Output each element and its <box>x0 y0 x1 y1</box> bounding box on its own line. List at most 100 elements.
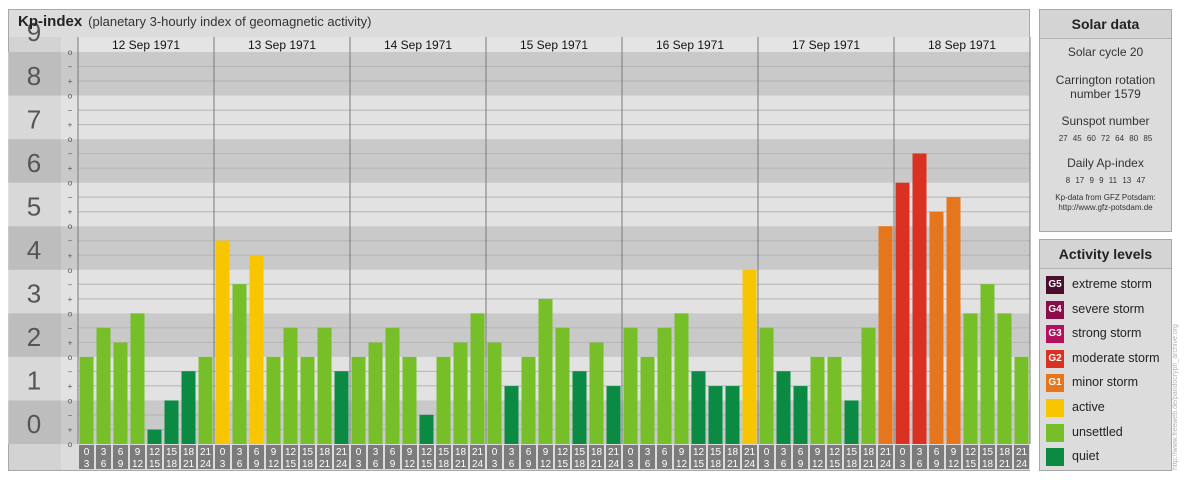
interval-end-label: 6 <box>101 459 107 470</box>
level-swatch <box>1046 448 1064 467</box>
y-minor-mark: + <box>68 338 73 347</box>
interval-end-label: 9 <box>526 459 532 470</box>
kp-bar <box>130 313 145 444</box>
interval-end-label: 9 <box>118 459 124 470</box>
interval-start-label: 12 <box>421 447 433 458</box>
kp-bar <box>368 342 383 444</box>
kp-bar <box>266 356 281 444</box>
interval-start-label: 0 <box>900 447 906 458</box>
kp-bar <box>147 429 162 444</box>
interval-end-label: 21 <box>591 459 603 470</box>
level-label: moderate storm <box>1072 350 1160 365</box>
credit-link[interactable]: http://www.gfz-potsdam.de <box>1040 203 1171 213</box>
interval-start-label: 21 <box>744 447 756 458</box>
source-watermark: http://www.freeweb.de/pandocryph_archive… <box>1172 324 1179 470</box>
level-swatch: G2 <box>1046 349 1064 368</box>
kp-bar <box>113 342 128 444</box>
interval-end-label: 6 <box>645 459 651 470</box>
interval-start-label: 0 <box>84 447 90 458</box>
interval-end-label: 12 <box>404 459 416 470</box>
interval-start-label: 21 <box>336 447 348 458</box>
interval-start-label: 12 <box>965 447 977 458</box>
interval-end-label: 18 <box>302 459 314 470</box>
y-minor-mark: + <box>68 208 73 217</box>
y-minor-mark: − <box>68 193 73 202</box>
interval-end-label: 18 <box>710 459 722 470</box>
kp-bar <box>215 240 230 444</box>
level-item: unsettled <box>1040 421 1171 446</box>
kp-bar <box>657 327 672 444</box>
interval-start-label: 15 <box>302 447 314 458</box>
sunspot-values: 27 45 60 72 64 80 85 <box>1058 134 1153 143</box>
kp-bar <box>470 313 485 444</box>
y-minor-mark: o <box>68 353 73 362</box>
kp-bar <box>181 371 196 444</box>
interval-end-label: 24 <box>200 459 212 470</box>
interval-end-label: 24 <box>1016 459 1028 470</box>
level-label: unsettled <box>1072 424 1123 439</box>
kp-bar <box>538 298 553 444</box>
level-label: extreme storm <box>1072 277 1152 291</box>
interval-end-label: 6 <box>509 459 515 470</box>
interval-end-label: 3 <box>764 459 770 470</box>
day-label: 15 Sep 1971 <box>520 38 588 52</box>
y-minor-mark: + <box>68 382 73 391</box>
interval-end-label: 15 <box>829 459 841 470</box>
interval-start-label: 15 <box>166 447 178 458</box>
activity-levels-panel: Activity levels G5 extreme storm G4 severe … <box>1039 239 1172 471</box>
chart-title: Kp-index (planetary 3-hourly index of geo… <box>8 9 1030 35</box>
kp-band <box>8 226 1030 270</box>
interval-start-label: 3 <box>781 447 787 458</box>
kp-bar <box>317 327 332 444</box>
interval-end-label: 12 <box>540 459 552 470</box>
interval-end-label: 24 <box>472 459 484 470</box>
interval-start-label: 0 <box>628 447 634 458</box>
interval-end-label: 15 <box>693 459 705 470</box>
interval-end-label: 12 <box>948 459 960 470</box>
y-minor-mark: − <box>68 367 73 376</box>
kp-bar <box>1014 356 1029 444</box>
interval-start-label: 0 <box>356 447 362 458</box>
level-item: quiet <box>1040 445 1171 470</box>
y-minor-mark: o <box>68 48 73 57</box>
interval-start-label: 18 <box>455 447 467 458</box>
level-label: active <box>1072 399 1105 414</box>
kp-bar <box>351 356 366 444</box>
level-item: G1 minor storm <box>1040 371 1171 396</box>
interval-end-label: 3 <box>84 459 90 470</box>
y-minor-mark: − <box>68 237 73 246</box>
kp-bar <box>453 342 468 444</box>
interval-end-label: 6 <box>781 459 787 470</box>
interval-start-label: 9 <box>543 447 549 458</box>
interval-end-label: 3 <box>628 459 634 470</box>
y-minor-mark: + <box>68 77 73 86</box>
level-label: strong storm <box>1072 326 1142 341</box>
level-item: G4 severe storm <box>1040 298 1171 323</box>
kp-band <box>8 52 1030 96</box>
interval-start-label: 3 <box>237 447 243 458</box>
kp-band <box>8 356 1030 401</box>
interval-end-label: 21 <box>999 459 1011 470</box>
y-minor-mark: + <box>68 164 73 173</box>
kp-bar <box>79 356 94 444</box>
interval-start-label: 12 <box>829 447 841 458</box>
interval-end-label: 18 <box>846 459 858 470</box>
kp-bar <box>725 386 740 444</box>
kp-bar <box>997 313 1012 444</box>
kp-bar <box>742 269 757 444</box>
interval-end-label: 9 <box>798 459 804 470</box>
y-minor-mark: + <box>68 425 73 434</box>
kp-bar <box>623 327 638 444</box>
interval-start-label: 9 <box>815 447 821 458</box>
kp-bar <box>946 197 961 444</box>
interval-end-label: 3 <box>492 459 498 470</box>
interval-start-label: 12 <box>693 447 705 458</box>
carrington-line1: Carrington rotation <box>1055 73 1156 87</box>
y-tick-label: 0 <box>27 409 41 439</box>
y-minor-mark: − <box>68 411 73 420</box>
interval-end-label: 12 <box>812 459 824 470</box>
y-tick-label: 2 <box>27 322 41 352</box>
interval-start-label: 6 <box>934 447 940 458</box>
y-minor-mark: + <box>68 295 73 304</box>
y-minor-mark: o <box>68 222 73 231</box>
